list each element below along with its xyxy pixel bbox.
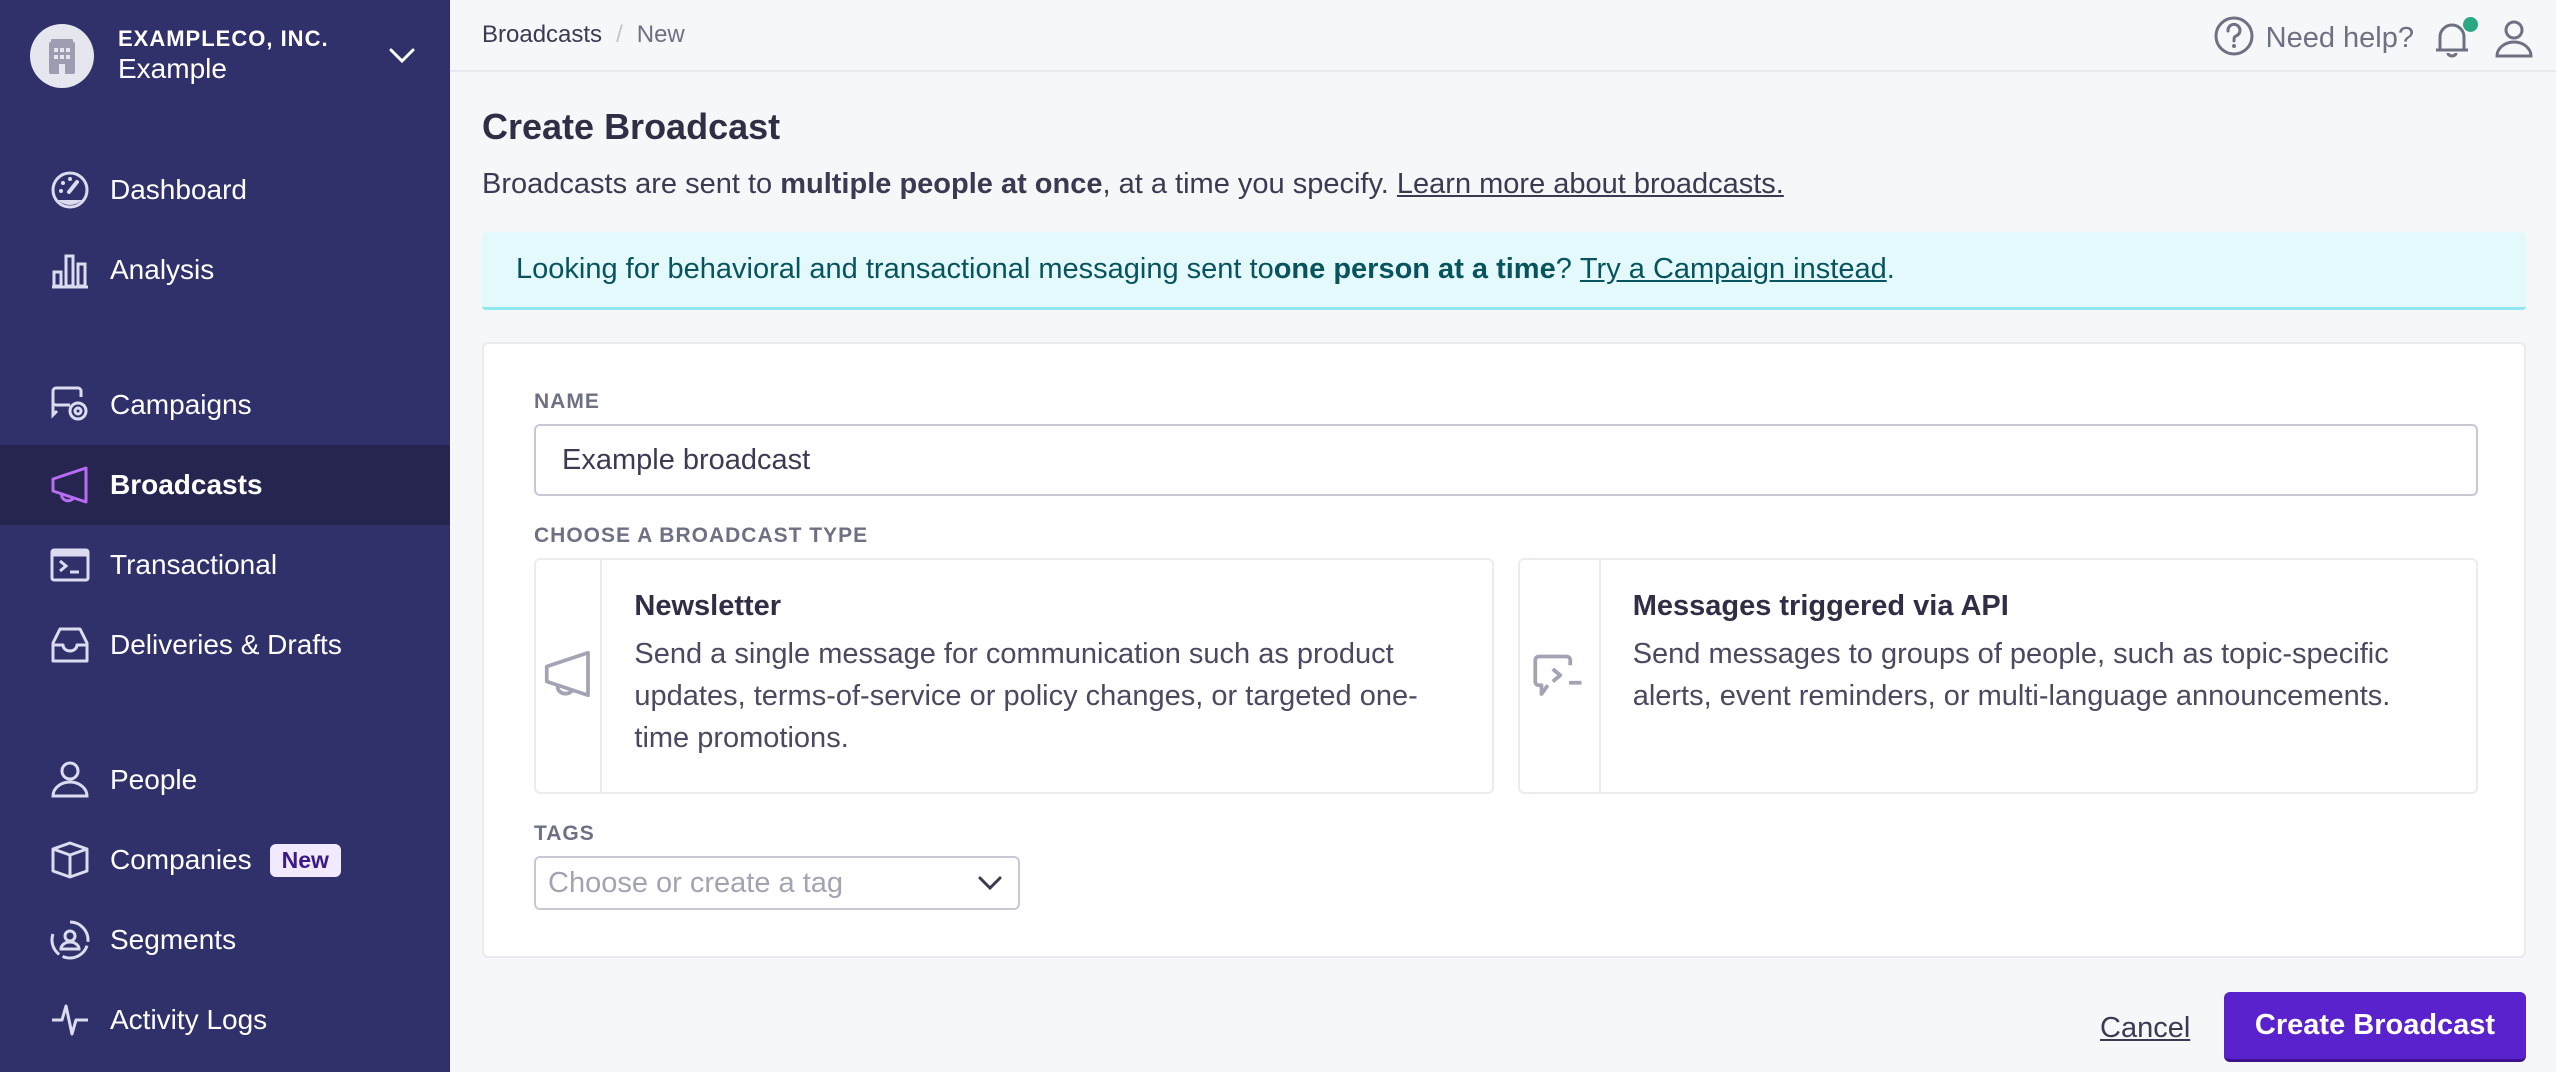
type-option-newsletter[interactable]: Newsletter Send a single message for com…: [534, 558, 1494, 794]
new-badge: New: [269, 843, 341, 877]
top-bar: Broadcasts / New Need help?: [450, 0, 2556, 72]
user-menu-button[interactable]: [2494, 19, 2534, 59]
sidebar-item-label: Transactional: [110, 549, 278, 580]
header-actions: Need help?: [2214, 16, 2534, 61]
create-broadcast-button[interactable]: Create Broadcast: [2224, 992, 2526, 1062]
sidebar-item-label: Deliveries & Drafts: [110, 629, 342, 660]
banner-emphasis: one person at a time: [1273, 253, 1556, 285]
notifications-button[interactable]: [2432, 16, 2478, 59]
org-company: EXAMPLECO, INC.: [118, 26, 329, 51]
sidebar-item-label: Companies: [110, 844, 252, 875]
cancel-button[interactable]: Cancel: [2100, 1012, 2190, 1045]
sidebar-item-analysis[interactable]: Analysis: [0, 230, 450, 310]
sidebar-item-companies[interactable]: Companies New: [0, 820, 450, 900]
help-label: Need help?: [2265, 22, 2414, 54]
type-icon-column: [536, 560, 603, 792]
user-icon: [2494, 20, 2534, 63]
chevron-down-icon: [970, 863, 1010, 903]
megaphone-icon: [50, 465, 90, 505]
cube-icon: [50, 840, 90, 880]
chevron-down-icon[interactable]: [384, 38, 420, 74]
broadcast-form: NAME CHOOSE A BROADCAST TYPE Newsletter …: [482, 342, 2526, 958]
name-input[interactable]: [534, 424, 2478, 496]
sidebar-item-label: Dashboard: [110, 174, 247, 205]
notification-dot: [2463, 16, 2478, 32]
type-icon-column: [1520, 560, 1601, 792]
bar-chart-icon: [50, 250, 90, 290]
api-message-icon: [1531, 649, 1587, 704]
banner-text: .: [1886, 253, 1895, 285]
description-text: Broadcasts are sent to: [482, 168, 781, 200]
type-title: Newsletter: [634, 590, 782, 622]
help-button[interactable]: Need help?: [2214, 16, 2414, 61]
sidebar: EXAMPLECO, INC. Example Dashboard Analys…: [0, 0, 450, 1072]
description-text: , at a time you specify.: [1102, 168, 1397, 200]
sidebar-item-label: Activity Logs: [110, 1004, 268, 1035]
sidebar-item-transactional[interactable]: Transactional: [0, 525, 450, 605]
sidebar-item-label: Segments: [110, 924, 237, 955]
sidebar-item-label: Broadcasts: [110, 469, 263, 500]
banner-text: Looking for behavioral and transactional…: [516, 253, 1274, 285]
sidebar-item-label: Analysis: [110, 254, 215, 285]
pulse-icon: [50, 1000, 90, 1040]
sidebar-item-campaigns[interactable]: Campaigns: [0, 365, 450, 445]
org-switcher[interactable]: EXAMPLECO, INC. Example: [30, 24, 420, 88]
tags-label: TAGS: [534, 822, 595, 845]
inbox-icon: [50, 625, 90, 665]
org-workspace: Example: [118, 53, 227, 84]
sidebar-item-deliveries-drafts[interactable]: Deliveries & Drafts: [0, 605, 450, 685]
type-description: Send a single message for communication …: [634, 638, 1418, 754]
breadcrumb-broadcasts[interactable]: Broadcasts: [482, 21, 602, 49]
learn-more-link[interactable]: Learn more about broadcasts.: [1397, 168, 1784, 200]
description-emphasis: multiple people at once: [780, 168, 1103, 200]
sidebar-item-activity-logs[interactable]: Activity Logs: [0, 980, 450, 1060]
sidebar-item-segments[interactable]: Segments: [0, 900, 450, 980]
terminal-icon: [50, 545, 90, 585]
type-title: Messages triggered via API: [1632, 590, 2009, 622]
campaign-icon: [50, 385, 90, 425]
broadcast-type-label: CHOOSE A BROADCAST TYPE: [534, 524, 869, 547]
building-icon: [30, 24, 94, 88]
page-title: Create Broadcast: [482, 106, 781, 147]
help-icon: [2214, 16, 2254, 61]
page-description: Broadcasts are sent to multiple people a…: [482, 168, 1784, 201]
breadcrumb-current: New: [636, 21, 685, 48]
sidebar-item-dashboard[interactable]: Dashboard: [0, 150, 450, 230]
type-description: Send messages to groups of people, such …: [1632, 638, 2391, 712]
sidebar-item-broadcasts[interactable]: Broadcasts: [0, 445, 450, 525]
name-label: NAME: [534, 390, 600, 413]
breadcrumb-separator: /: [616, 21, 623, 48]
segment-icon: [50, 920, 90, 960]
gauge-icon: [50, 170, 90, 210]
tags-select[interactable]: Choose or create a tag: [534, 856, 1020, 910]
try-campaign-link[interactable]: Try a Campaign instead: [1580, 253, 1887, 286]
person-icon: [50, 760, 90, 800]
sidebar-item-people[interactable]: People: [0, 740, 450, 820]
type-option-api-triggered[interactable]: Messages triggered via API Send messages…: [1518, 558, 2478, 794]
tags-placeholder: Choose or create a tag: [548, 866, 844, 899]
sidebar-item-label: Campaigns: [110, 389, 252, 420]
info-banner: Looking for behavioral and transactional…: [482, 232, 2526, 310]
bell-icon: [2432, 23, 2472, 63]
megaphone-icon: [543, 649, 593, 704]
banner-text: ?: [1555, 253, 1580, 285]
sidebar-item-label: People: [110, 764, 198, 795]
